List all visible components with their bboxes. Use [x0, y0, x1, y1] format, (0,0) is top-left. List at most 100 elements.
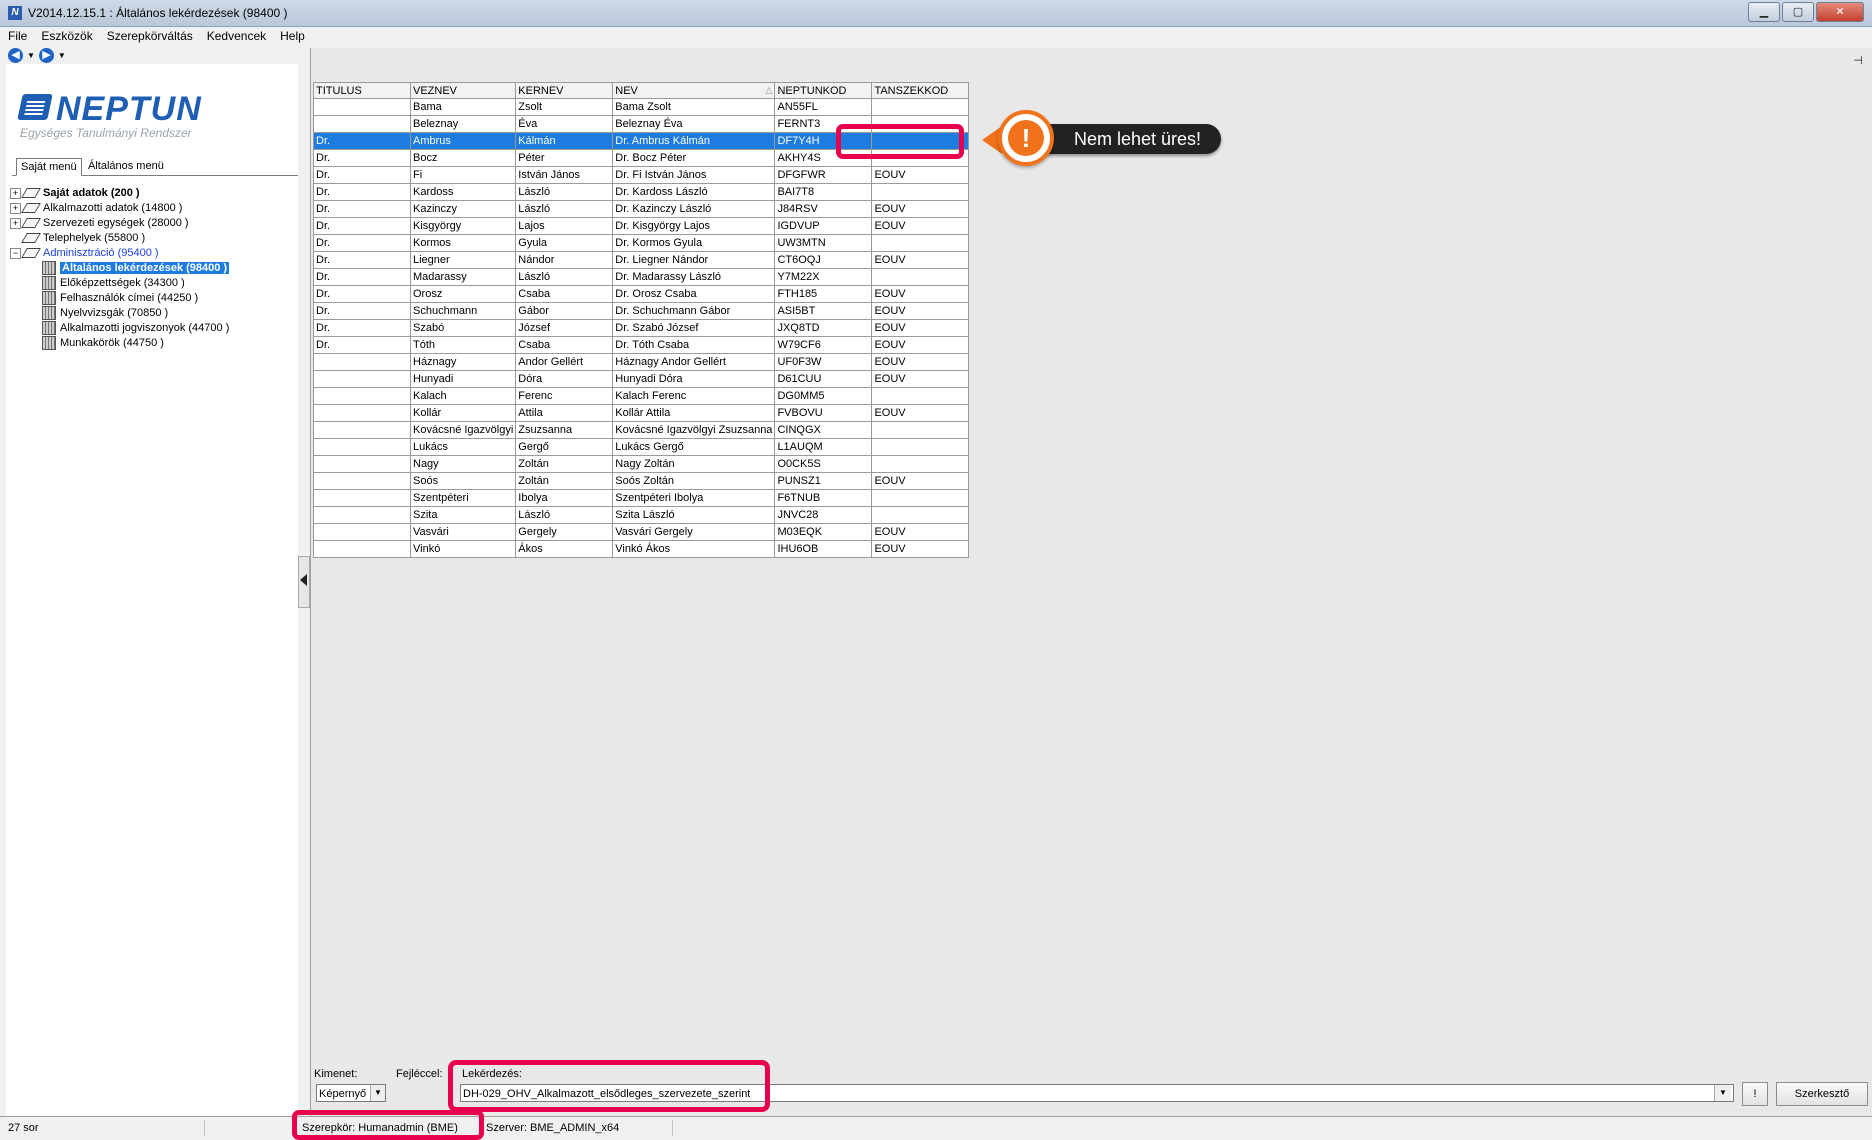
- table-cell-veznev[interactable]: Kalach: [409, 387, 517, 405]
- chevron-down-icon[interactable]: ▼: [370, 1085, 385, 1101]
- table-cell-neptunkod[interactable]: AN55FL: [774, 98, 873, 116]
- table-cell-veznev[interactable]: Kardoss: [409, 183, 517, 201]
- table-row[interactable]: Háznagy Andor Gellért Háznagy Andor Gellér…: [313, 353, 970, 371]
- tree-item-elokepzettsegek[interactable]: Előképzettségek (34300 ): [42, 276, 185, 291]
- table-cell-neptunkod[interactable]: FVBOVU: [774, 404, 873, 422]
- table-cell-titulus[interactable]: Dr.: [313, 319, 411, 337]
- table-cell-kernev[interactable]: László: [515, 183, 614, 201]
- table-cell-neptunkod[interactable]: PUNSZ1: [774, 472, 873, 490]
- table-cell-veznev[interactable]: Kisgyörgy: [409, 217, 517, 235]
- table-cell-nev[interactable]: Beleznay Éva: [612, 115, 776, 133]
- table-cell-titulus[interactable]: Dr.: [313, 302, 411, 320]
- table-cell-tanszekkod[interactable]: EOUV: [871, 302, 970, 320]
- table-cell-kernev[interactable]: Zoltán: [515, 455, 614, 473]
- table-cell-veznev[interactable]: Kazinczy: [409, 200, 517, 218]
- table-cell-kernev[interactable]: Zsolt: [515, 98, 614, 116]
- table-cell-tanszekkod[interactable]: [871, 455, 970, 473]
- table-cell-neptunkod[interactable]: ASI5BT: [774, 302, 873, 320]
- table-cell-veznev[interactable]: Szita: [409, 506, 517, 524]
- table-cell-veznev[interactable]: Hunyadi: [409, 370, 517, 388]
- column-header-nev[interactable]: NEV △: [612, 82, 776, 99]
- table-row[interactable]: Vinkó Ákos Vinkó Ákos IHU6OB EOUV: [313, 540, 970, 558]
- table-cell-titulus[interactable]: [313, 455, 411, 473]
- table-cell-titulus[interactable]: Dr.: [313, 149, 411, 167]
- close-button[interactable]: ✕: [1816, 2, 1864, 22]
- column-header-titulus[interactable]: TITULUS: [313, 82, 411, 99]
- table-cell-nev[interactable]: Szita László: [612, 506, 776, 524]
- menu-file[interactable]: File: [8, 26, 27, 46]
- table-cell-titulus[interactable]: [313, 404, 411, 422]
- table-row[interactable]: Nagy Zoltán Nagy Zoltán O0CK5S: [313, 455, 970, 473]
- table-row[interactable]: Dr. Kazinczy László Dr. Kazinczy László J84R…: [313, 200, 970, 218]
- table-cell-titulus[interactable]: [313, 489, 411, 507]
- table-cell-titulus[interactable]: [313, 506, 411, 524]
- table-row[interactable]: Dr. Szabó József Dr. Szabó József JXQ8TD EOUV: [313, 319, 970, 337]
- table-cell-nev[interactable]: Nagy Zoltán: [612, 455, 776, 473]
- table-cell-kernev[interactable]: Gergő: [515, 438, 614, 456]
- table-cell-veznev[interactable]: Szabó: [409, 319, 517, 337]
- table-cell-titulus[interactable]: [313, 353, 411, 371]
- table-cell-neptunkod[interactable]: J84RSV: [774, 200, 873, 218]
- forward-arrow-icon[interactable]: ▶: [38, 48, 54, 63]
- table-cell-kernev[interactable]: Dóra: [515, 370, 614, 388]
- menu-kedvencek[interactable]: Kedvencek: [207, 26, 266, 46]
- table-cell-veznev[interactable]: Vinkó: [409, 540, 517, 558]
- table-cell-kernev[interactable]: Csaba: [515, 336, 614, 354]
- table-cell-nev[interactable]: Háznagy Andor Gellért: [612, 353, 776, 371]
- table-cell-titulus[interactable]: Dr.: [313, 268, 411, 286]
- table-cell-neptunkod[interactable]: Y7M22X: [774, 268, 873, 286]
- table-cell-tanszekkod[interactable]: EOUV: [871, 285, 970, 303]
- tree-item-szervezeti-egysegek[interactable]: + Szervezeti egységek (28000 ): [10, 216, 189, 231]
- table-cell-kernev[interactable]: Éva: [515, 115, 614, 133]
- table-cell-veznev[interactable]: Tóth: [409, 336, 517, 354]
- table-cell-kernev[interactable]: Gergely: [515, 523, 614, 541]
- table-cell-tanszekkod[interactable]: [871, 489, 970, 507]
- tree-item-felhasznalok-cimei[interactable]: Felhasználók címei (44250 ): [42, 291, 198, 306]
- menu-help[interactable]: Help: [280, 26, 305, 46]
- back-dropdown-icon[interactable]: ▼: [27, 51, 35, 60]
- kimenet-select[interactable]: Képernyő ▼: [316, 1084, 386, 1102]
- table-row[interactable]: Vasvári Gergely Vasvári Gergely M03EQK EOUV: [313, 523, 970, 541]
- table-cell-tanszekkod[interactable]: [871, 98, 970, 116]
- tree-item-telephelyek[interactable]: Telephelyek (55800 ): [21, 231, 145, 246]
- table-cell-nev[interactable]: Kollár Attila: [612, 404, 776, 422]
- table-cell-titulus[interactable]: [313, 387, 411, 405]
- table-cell-kernev[interactable]: Andor Gellért: [515, 353, 614, 371]
- table-cell-kernev[interactable]: Attila: [515, 404, 614, 422]
- table-cell-titulus[interactable]: [313, 438, 411, 456]
- table-cell-neptunkod[interactable]: UF0F3W: [774, 353, 873, 371]
- table-cell-kernev[interactable]: Péter: [515, 149, 614, 167]
- table-cell-tanszekkod[interactable]: EOUV: [871, 370, 970, 388]
- table-cell-nev[interactable]: Vinkó Ákos: [612, 540, 776, 558]
- table-cell-nev[interactable]: Dr. Szabó József: [612, 319, 776, 337]
- table-cell-tanszekkod[interactable]: EOUV: [871, 217, 970, 235]
- table-cell-kernev[interactable]: Ákos: [515, 540, 614, 558]
- table-row[interactable]: Kovácsné Igazvölgyi Zsuzsanna Kovácsné Iga…: [313, 421, 970, 439]
- table-cell-kernev[interactable]: Zoltán: [515, 472, 614, 490]
- tree-item-sajat-adatok[interactable]: + Saját adatok (200 ): [10, 186, 140, 201]
- table-cell-veznev[interactable]: Orosz: [409, 285, 517, 303]
- table-cell-tanszekkod[interactable]: EOUV: [871, 200, 970, 218]
- table-row[interactable]: Kollár Attila Kollár Attila FVBOVU EOUV: [313, 404, 970, 422]
- table-cell-neptunkod[interactable]: M03EQK: [774, 523, 873, 541]
- table-cell-tanszekkod[interactable]: [871, 506, 970, 524]
- table-cell-neptunkod[interactable]: L1AUQM: [774, 438, 873, 456]
- minimize-button[interactable]: ▁: [1748, 2, 1780, 22]
- table-cell-nev[interactable]: Dr. Kazinczy László: [612, 200, 776, 218]
- table-row[interactable]: Dr. Orosz Csaba Dr. Orosz Csaba FTH185 EOUV: [313, 285, 970, 303]
- table-cell-veznev[interactable]: Bama: [409, 98, 517, 116]
- table-cell-titulus[interactable]: Dr.: [313, 336, 411, 354]
- table-cell-tanszekkod[interactable]: EOUV: [871, 353, 970, 371]
- table-cell-titulus[interactable]: Dr.: [313, 234, 411, 252]
- table-cell-titulus[interactable]: Dr.: [313, 183, 411, 201]
- table-cell-kernev[interactable]: László: [515, 268, 614, 286]
- menu-eszkozok[interactable]: Eszközök: [41, 26, 92, 46]
- pin-icon[interactable]: ⊣: [1853, 54, 1863, 67]
- table-row[interactable]: Dr. Kormos Gyula Dr. Kormos Gyula UW3MTN: [313, 234, 970, 252]
- table-row[interactable]: Soós Zoltán Soós Zoltán PUNSZ1 EOUV: [313, 472, 970, 490]
- table-cell-nev[interactable]: Dr. Madarassy László: [612, 268, 776, 286]
- table-cell-veznev[interactable]: Bocz: [409, 149, 517, 167]
- table-cell-titulus[interactable]: [313, 523, 411, 541]
- table-cell-veznev[interactable]: Kovácsné Igazvölgyi: [409, 421, 517, 439]
- table-row[interactable]: Lukács Gergő Lukács Gergő L1AUQM: [313, 438, 970, 456]
